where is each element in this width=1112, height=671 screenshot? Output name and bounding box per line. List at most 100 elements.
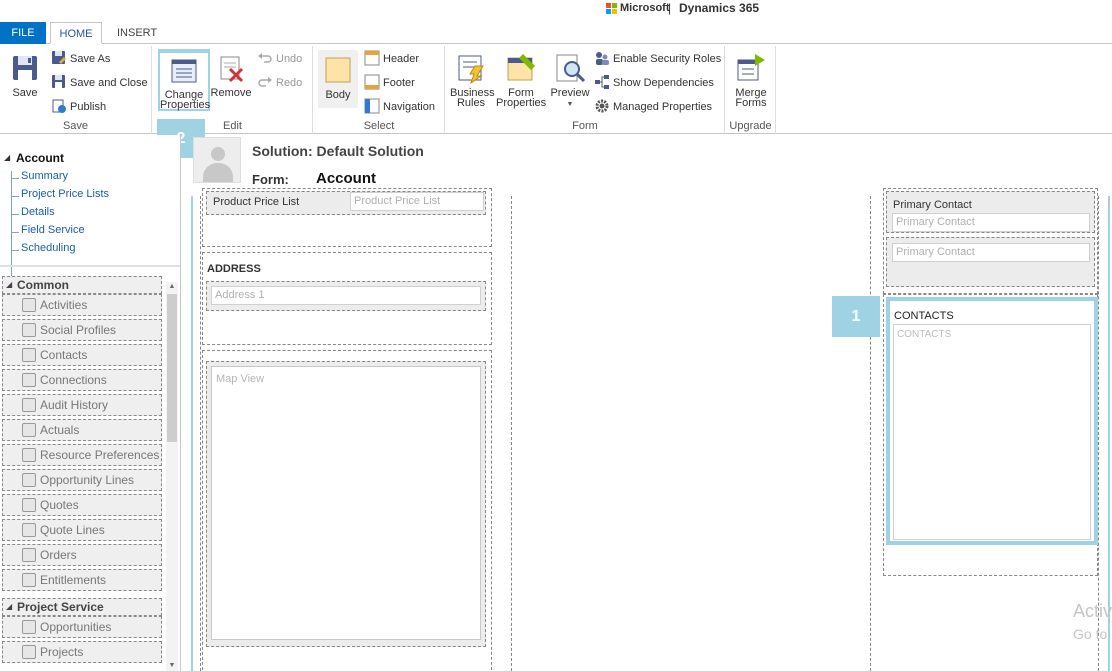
redo-button[interactable]: Redo [257,73,302,93]
nav-item-actuals[interactable]: Actuals [2,419,162,441]
upgrade-group: Merge Forms Upgrade [726,46,776,134]
change-properties-button[interactable]: Change Properties [160,53,210,111]
contacts-subgrid[interactable]: CONTACTS [893,324,1091,540]
actuals-icon [22,423,36,437]
remove-icon [215,52,247,84]
nav-item-quotes[interactable]: Quotes [2,494,162,516]
footer-button[interactable]: Footer [364,73,415,93]
callout-1: 1 [832,296,880,337]
field-product-price-list[interactable]: Product Price List Product Price List [206,191,486,215]
nav-item-label: Connections [40,373,107,387]
product-price-list-input[interactable]: Product Price List [350,192,484,211]
map-view-control[interactable]: Map View [211,366,481,640]
undo-button[interactable]: Undo [257,49,302,69]
nav-group-project-service[interactable]: Project Service [2,598,162,616]
entity-avatar [193,137,241,183]
form-group-label: Form [572,120,598,132]
nav-link-details[interactable]: Details [21,206,55,218]
nav-item-contacts[interactable]: Contacts [2,344,162,366]
field-primary-contact-2[interactable]: Primary Contact [886,237,1095,287]
dependencies-icon [594,74,610,90]
enable-security-roles-button[interactable]: Enable Security Roles [594,49,721,69]
form-properties-icon [505,52,537,84]
nav-item-entitlements[interactable]: Entitlements [2,569,162,591]
nav-link-summary[interactable]: Summary [21,170,68,182]
section-price-list[interactable]: Product Price List Product Price List [202,188,492,247]
address-1-input[interactable]: Address 1 [211,286,481,305]
nav-item-orders[interactable]: Orders [2,544,162,566]
floppy-disk-icon [9,52,41,84]
preview-magnifier-icon [554,52,586,84]
navigation-button[interactable]: Navigation [364,97,435,117]
remove-button[interactable]: Remove [210,52,252,99]
publish-label: Publish [70,101,107,113]
nav-item-activities[interactable]: Activities [2,294,162,316]
nav-tree-lines [11,171,19,287]
nav-item-projects[interactable]: Projects [2,641,162,663]
nav-item-label: Quotes [40,498,79,512]
section-primary-contact[interactable]: Primary Contact Primary Contact Primary … [883,188,1098,294]
contacts-icon [22,348,36,362]
upgrade-group-label: Upgrade [729,120,772,132]
scroll-down-icon[interactable]: ▼ [166,661,178,671]
nav-item-resource-preferences[interactable]: Resource Preferences [2,444,162,466]
save-button[interactable]: Save [6,52,44,99]
merge-forms-icon [735,52,767,84]
nav-scrollbar[interactable]: ▲ ▼ [166,282,178,671]
nav-item-label: Contacts [40,348,88,362]
preview-button[interactable]: Preview ▼ [549,52,591,110]
tab-file[interactable]: FILE [0,22,46,44]
body-icon [322,54,354,86]
scrollbar-thumb[interactable] [167,294,177,442]
nav-item-opportunities[interactable]: Opportunities [2,616,162,638]
primary-contact-input[interactable]: Primary Contact [892,213,1090,232]
nav-item-connections[interactable]: Connections [2,369,162,391]
nav-group-common[interactable]: Common [2,276,162,294]
nav-item-audit-history[interactable]: Audit History [2,394,162,416]
save-as-button[interactable]: Save As [51,49,110,69]
nav-item-quote-lines[interactable]: Quote Lines [2,519,162,541]
body-right-edge [1108,196,1110,671]
publish-icon [51,98,67,114]
nav-link-project-price-lists[interactable]: Project Price Lists [21,188,109,200]
brand-product[interactable]: Dynamics 365 [679,1,759,15]
nav-link-scheduling[interactable]: Scheduling [21,242,75,254]
save-label: Save [12,87,38,99]
nav-item-label: Opportunity Lines [40,473,135,487]
merge-forms-button[interactable]: Merge Forms [730,52,772,109]
contacts-subgrid-selected[interactable]: CONTACTS CONTACTS [886,297,1098,545]
field-map-view[interactable]: Map View [206,361,486,647]
publish-button[interactable]: Publish [51,97,106,117]
field-address-1[interactable]: Address 1 [206,281,486,311]
nav-item-social-profiles[interactable]: Social Profiles [2,319,162,341]
scroll-up-icon[interactable]: ▲ [166,282,178,292]
form-properties-button[interactable]: Form Properties [496,52,546,109]
show-dependencies-button[interactable]: Show Dependencies [594,73,714,93]
form-name: Account [316,170,376,187]
nav-item-opportunity-lines[interactable]: Opportunity Lines [2,469,162,491]
map-view-label: Map View [216,373,265,385]
primary-contact-input-2[interactable]: Primary Contact [892,243,1090,262]
business-rules-button[interactable]: Business Rules [450,52,495,109]
chevron-down-icon: ▼ [566,101,574,108]
microsoft-logo-icon [606,3,617,14]
managed-properties-button[interactable]: Managed Properties [594,97,712,117]
section-map[interactable]: Map View [202,350,492,671]
field-primary-contact[interactable]: Primary Contact Primary Contact [886,191,1095,233]
save-and-close-button[interactable]: Save and Close [51,73,148,93]
nav-link-field-service[interactable]: Field Service [21,224,85,236]
activation-watermark-line-1: Activ [1073,601,1112,621]
tab-insert[interactable]: INSERT [108,22,166,44]
body-button[interactable]: Body [318,50,358,108]
tab-home[interactable]: HOME [50,22,102,44]
save-as-label: Save As [70,53,111,65]
section-address[interactable]: ADDRESS Address 1 [202,252,492,345]
header-button[interactable]: Header [364,49,419,69]
opportunity-lines-icon [22,473,36,487]
enable-security-roles-label: Enable Security Roles [613,53,722,65]
contacts-placeholder: CONTACTS [897,329,952,340]
nav-item-label: Orders [40,548,77,562]
nav-item-label: Activities [40,298,88,312]
collapse-triangle-icon[interactable]: ◢ [4,153,10,162]
undo-icon [257,50,273,66]
